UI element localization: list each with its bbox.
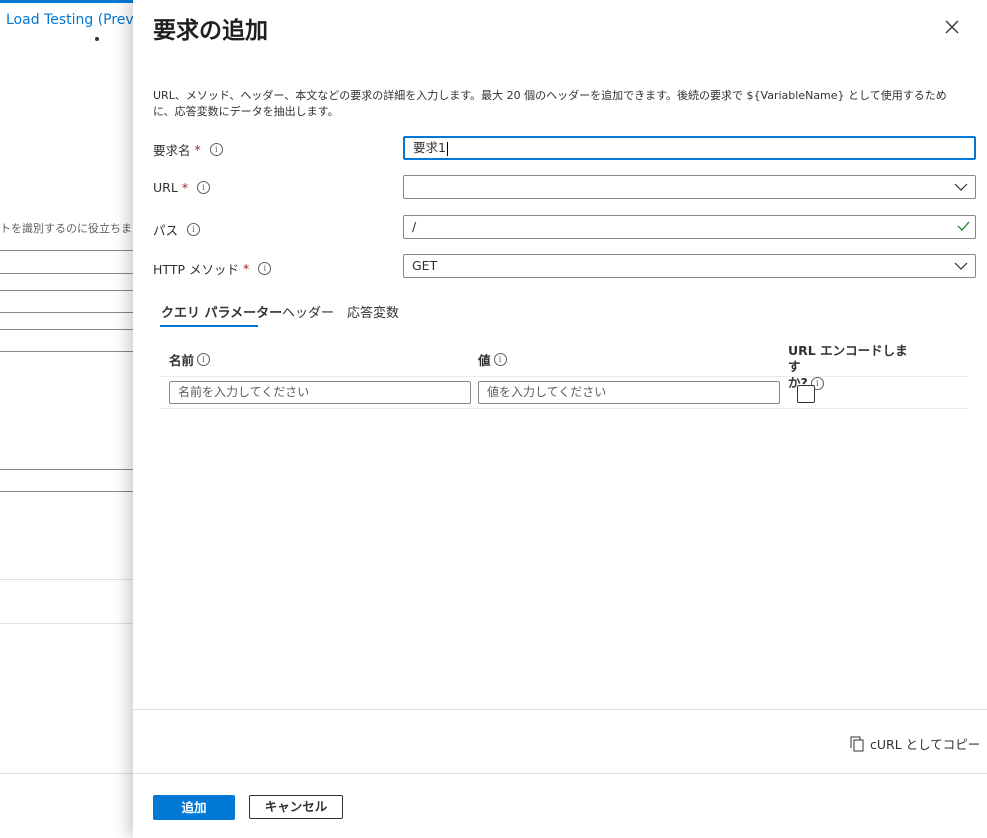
close-button[interactable] xyxy=(939,14,965,40)
checkmark-icon xyxy=(957,221,970,231)
copy-icon xyxy=(850,736,864,751)
required-marker: * xyxy=(242,261,250,276)
add-request-panel: 要求の追加 URL、メソッド、ヘッダー、本文などの要求の詳細を入力します。最大 … xyxy=(133,0,987,838)
background-divider xyxy=(0,351,140,352)
copy-as-curl-button[interactable]: cURL としてコピー xyxy=(850,734,980,753)
background-page: Load Testing (Prev トを識別するのに役立ちま xyxy=(0,0,140,838)
background-divider xyxy=(0,469,140,470)
background-divider xyxy=(0,773,140,774)
info-icon[interactable]: i xyxy=(197,353,211,366)
required-marker: * xyxy=(194,142,201,157)
background-page-title[interactable]: Load Testing (Prev xyxy=(6,12,134,28)
info-icon[interactable]: i xyxy=(493,353,507,366)
panel-title: 要求の追加 xyxy=(153,18,268,44)
background-divider xyxy=(0,329,140,330)
column-header-url-encode: URL エンコードします か? i xyxy=(788,343,918,391)
name-placeholder: 名前を入力してください xyxy=(178,385,310,399)
tab-headers[interactable]: ヘッダー xyxy=(282,302,334,321)
cancel-button[interactable]: キャンセル xyxy=(249,795,343,819)
path-label-text: パス xyxy=(153,223,179,238)
request-name-value: 要求1 xyxy=(413,140,446,155)
url-label: URL * i xyxy=(153,180,211,195)
url-label-text: URL xyxy=(153,180,178,195)
footer-divider xyxy=(133,773,987,774)
close-icon xyxy=(945,20,959,34)
request-name-label: 要求名 * i xyxy=(153,140,223,159)
chevron-down-icon xyxy=(954,183,968,191)
background-divider xyxy=(0,290,140,291)
column-header-url-encode-line1: URL エンコードします xyxy=(788,343,908,374)
background-divider xyxy=(0,273,140,274)
url-dropdown[interactable] xyxy=(403,175,976,199)
request-name-input[interactable]: 要求1 xyxy=(403,136,976,160)
tab-response-variables[interactable]: 応答変数 xyxy=(347,302,399,321)
query-param-value-input[interactable]: 値を入力してください xyxy=(478,381,780,404)
active-tab-indicator xyxy=(160,325,258,327)
background-divider xyxy=(0,579,140,580)
background-divider xyxy=(0,312,140,313)
url-encode-checkbox[interactable] xyxy=(797,385,815,403)
column-header-value: 値 i xyxy=(478,350,507,369)
tab-query-parameters[interactable]: クエリ パラメーター xyxy=(161,302,282,321)
table-header-divider xyxy=(160,376,968,377)
text-caret xyxy=(446,141,448,156)
column-header-value-text: 値 xyxy=(478,353,491,368)
info-icon[interactable]: i xyxy=(187,223,201,236)
chevron-down-icon xyxy=(954,262,968,270)
http-method-value: GET xyxy=(412,258,438,273)
path-label: パス i xyxy=(153,220,201,239)
copy-as-curl-label: cURL としてコピー xyxy=(870,737,981,752)
background-hint-text: トを識別するのに役立ちま xyxy=(0,222,132,235)
required-marker: * xyxy=(181,180,189,195)
http-method-label-text: HTTP メソッド xyxy=(153,262,239,277)
http-method-dropdown[interactable]: GET xyxy=(403,254,976,278)
background-dot xyxy=(95,37,99,41)
footer-divider xyxy=(133,709,987,710)
table-row-divider xyxy=(160,408,968,409)
info-icon[interactable]: i xyxy=(209,143,223,156)
path-input[interactable]: / xyxy=(403,215,976,239)
query-param-name-input[interactable]: 名前を入力してください xyxy=(169,381,471,404)
background-divider xyxy=(0,491,140,492)
background-divider xyxy=(0,623,140,624)
http-method-label: HTTP メソッド * i xyxy=(153,259,272,278)
background-divider xyxy=(0,250,140,251)
add-button[interactable]: 追加 xyxy=(153,795,235,820)
value-placeholder: 値を入力してください xyxy=(487,385,607,399)
column-header-name: 名前 i xyxy=(169,350,211,369)
column-header-name-text: 名前 xyxy=(169,353,195,368)
info-icon[interactable]: i xyxy=(258,262,272,275)
panel-description: URL、メソッド、ヘッダー、本文などの要求の詳細を入力します。最大 20 個のヘ… xyxy=(153,89,947,118)
request-name-label-text: 要求名 xyxy=(153,143,191,158)
path-value: / xyxy=(412,219,417,234)
info-icon[interactable]: i xyxy=(197,181,211,194)
